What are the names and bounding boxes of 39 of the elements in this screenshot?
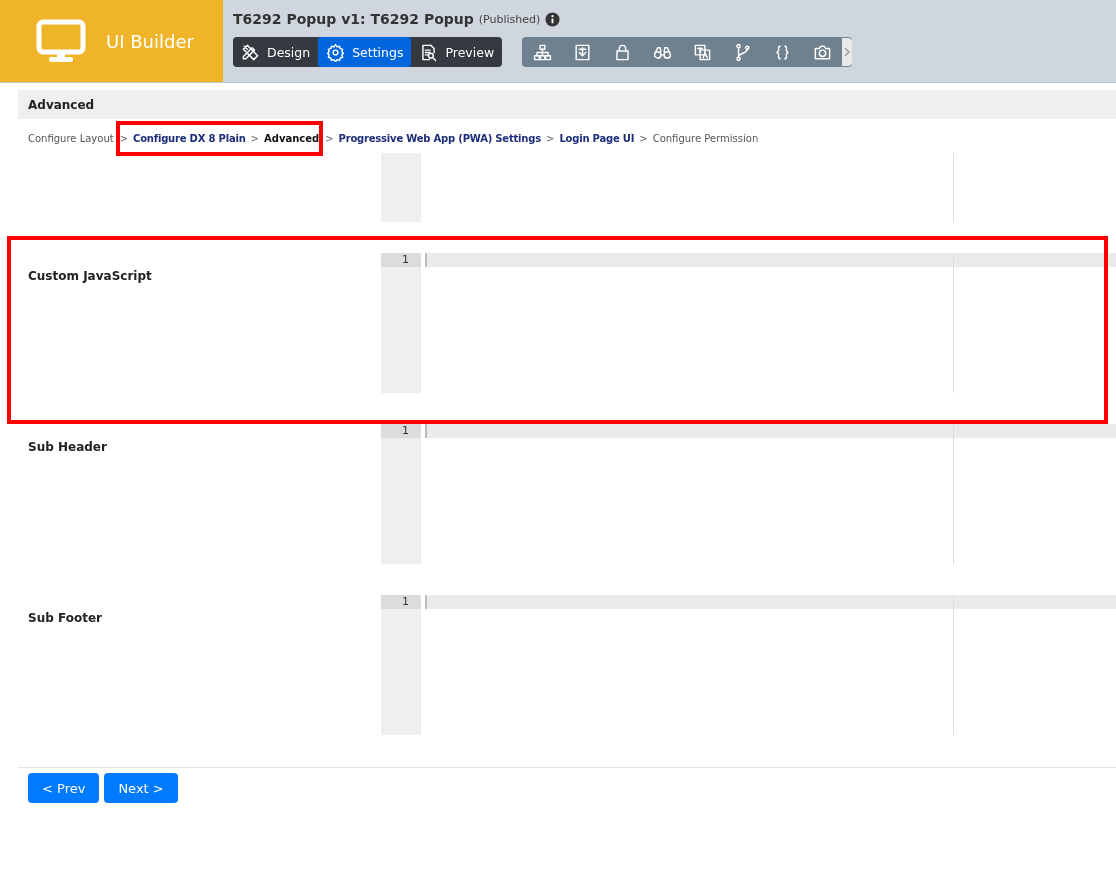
camera-icon — [812, 42, 832, 62]
translate-icon — [692, 42, 712, 62]
hierarchy-icon — [532, 42, 552, 62]
breadcrumb-separator: > — [546, 132, 555, 144]
pencil-ruler-icon — [241, 42, 260, 62]
code-editor[interactable]: 1 — [381, 595, 1116, 735]
app-name: UI Builder — [106, 30, 194, 52]
breadcrumb-item: Configure Layout — [28, 132, 114, 144]
breadcrumb-item[interactable]: Progressive Web App (PWA) Settings — [338, 132, 541, 144]
code-editor[interactable]: 1 — [381, 424, 1116, 564]
page-title: T6292 Popup v1: T6292 Popup — [233, 11, 474, 27]
code-editor[interactable]: 1 — [381, 253, 1116, 393]
mode-tab[interactable]: Settings — [318, 37, 412, 67]
gear-icon — [326, 42, 346, 62]
line-number: 1 — [381, 424, 421, 438]
breadcrumb-separator: > — [119, 132, 129, 144]
status-label: (Published) — [478, 12, 541, 26]
breadcrumb-item[interactable]: Login Page UI — [559, 132, 635, 144]
line-number: 1 — [381, 595, 421, 609]
breadcrumb-separator: > — [325, 132, 334, 144]
mode-tab[interactable]: Preview — [411, 37, 503, 67]
breadcrumb-separator: > — [639, 132, 648, 144]
document-search-icon — [419, 42, 439, 62]
line-number: 1 — [381, 253, 421, 267]
field-label: Sub Footer — [28, 611, 102, 625]
chevron-right-icon[interactable] — [842, 38, 853, 66]
download-box-icon — [572, 42, 592, 62]
breadcrumb-item: Configure Permission — [652, 132, 759, 144]
info-icon[interactable] — [545, 11, 561, 27]
breadcrumb-item[interactable]: Configure DX 8 Plain — [133, 132, 246, 144]
monitor-icon — [36, 19, 86, 63]
nav-button[interactable]: < Prev — [28, 773, 100, 803]
field-label: Sub Header — [28, 440, 107, 454]
field-label: Custom JavaScript — [28, 269, 152, 283]
breadcrumb-item: Advanced — [264, 132, 320, 144]
nav-button[interactable]: Next > — [104, 773, 178, 803]
mode-tab[interactable]: Design — [233, 37, 319, 67]
section-title: Advanced — [28, 97, 95, 112]
breadcrumb-separator: > — [250, 132, 259, 144]
